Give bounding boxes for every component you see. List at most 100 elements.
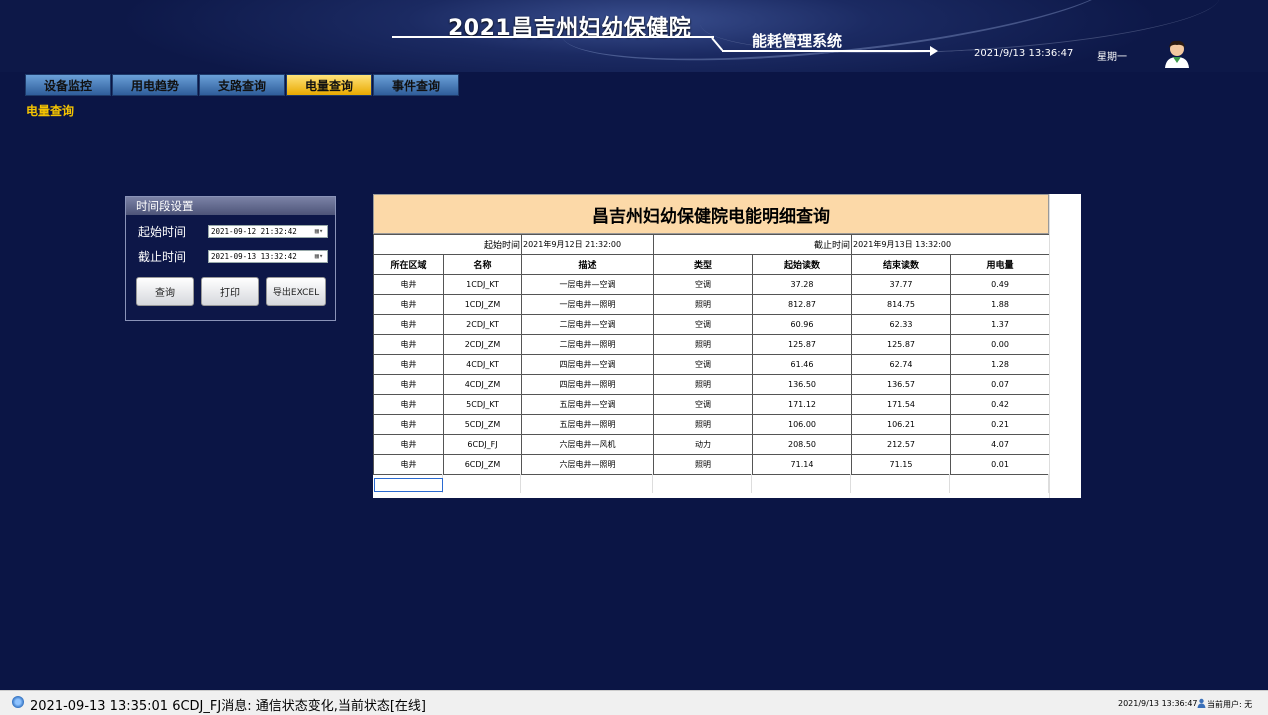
table-cell[interactable]: 四层电井—空调 <box>521 354 654 375</box>
table-cell[interactable]: 0.00 <box>950 334 1050 355</box>
table-cell[interactable]: 照明 <box>653 334 753 355</box>
column-header: 所在区域 <box>373 254 444 275</box>
table-cell[interactable]: 电井 <box>373 314 444 335</box>
table-cell[interactable]: 五层电井—照明 <box>521 414 654 435</box>
table-row[interactable]: 电井 4CDJ_ZM 四层电井—照明 照明 136.50 136.57 0.07 <box>373 374 1050 395</box>
table-cell[interactable]: 4CDJ_KT <box>443 354 522 375</box>
table-cell[interactable]: 37.28 <box>752 274 852 295</box>
table-cell[interactable]: 62.33 <box>851 314 951 335</box>
table-cell[interactable]: 0.01 <box>950 454 1050 475</box>
table-cell[interactable]: 61.46 <box>752 354 852 375</box>
table-cell[interactable]: 一层电井—空调 <box>521 274 654 295</box>
energy-report: 昌吉州妇幼保健院电能明细查询 起始时间 2021年9月12日 21:32:00 … <box>373 194 1081 498</box>
table-cell[interactable]: 一层电井—照明 <box>521 294 654 315</box>
table-cell[interactable]: 1.37 <box>950 314 1050 335</box>
user-avatar-icon[interactable] <box>1162 38 1192 68</box>
table-cell[interactable]: 1CDJ_ZM <box>443 294 522 315</box>
table-cell[interactable]: 814.75 <box>851 294 951 315</box>
table-cell[interactable]: 动力 <box>653 434 753 455</box>
table-row[interactable]: 电井 4CDJ_KT 四层电井—空调 空调 61.46 62.74 1.28 <box>373 354 1050 375</box>
table-cell[interactable]: 6CDJ_ZM <box>443 454 522 475</box>
table-cell[interactable]: 电井 <box>373 274 444 295</box>
title-underline <box>392 36 714 38</box>
table-cell[interactable]: 空调 <box>653 274 753 295</box>
table-cell[interactable]: 171.12 <box>752 394 852 415</box>
table-cell[interactable]: 二层电井—照明 <box>521 334 654 355</box>
table-cell[interactable]: 六层电井—照明 <box>521 454 654 475</box>
table-cell[interactable]: 四层电井—照明 <box>521 374 654 395</box>
selected-cell[interactable] <box>374 478 443 492</box>
table-cell[interactable]: 5CDJ_ZM <box>443 414 522 435</box>
table-cell[interactable]: 空调 <box>653 314 753 335</box>
calendar-icon[interactable]: ▦▾ <box>312 252 326 261</box>
column-header: 描述 <box>521 254 654 275</box>
calendar-icon[interactable]: ▦▾ <box>312 227 326 236</box>
table-cell[interactable]: 照明 <box>653 454 753 475</box>
empty-row[interactable] <box>373 474 1049 493</box>
table-cell[interactable]: 212.57 <box>851 434 951 455</box>
table-cell[interactable]: 0.21 <box>950 414 1050 435</box>
table-cell[interactable]: 电井 <box>373 334 444 355</box>
table-cell[interactable]: 电井 <box>373 354 444 375</box>
table-cell[interactable]: 1.88 <box>950 294 1050 315</box>
table-cell[interactable]: 60.96 <box>752 314 852 335</box>
table-cell[interactable]: 71.15 <box>851 454 951 475</box>
tab-energy-query[interactable]: 电量查询 <box>286 74 372 96</box>
start-time-field[interactable]: 2021-09-12 21:32:42 ▦▾ <box>208 225 328 238</box>
table-row[interactable]: 电井 5CDJ_ZM 五层电井—照明 照明 106.00 106.21 0.21 <box>373 414 1050 435</box>
table-cell[interactable]: 1.28 <box>950 354 1050 375</box>
tab-device-monitor[interactable]: 设备监控 <box>25 74 111 96</box>
table-row[interactable]: 电井 5CDJ_KT 五层电井—空调 空调 171.12 171.54 0.42 <box>373 394 1050 415</box>
print-button[interactable]: 打印 <box>201 277 259 306</box>
table-cell[interactable]: 五层电井—空调 <box>521 394 654 415</box>
table-cell[interactable]: 125.87 <box>752 334 852 355</box>
table-cell[interactable]: 电井 <box>373 414 444 435</box>
tab-event-query[interactable]: 事件查询 <box>373 74 459 96</box>
table-cell[interactable]: 0.49 <box>950 274 1050 295</box>
table-cell[interactable]: 71.14 <box>752 454 852 475</box>
query-button[interactable]: 查询 <box>136 277 194 306</box>
table-cell[interactable]: 106.21 <box>851 414 951 435</box>
table-row[interactable]: 电井 2CDJ_KT 二层电井—空调 空调 60.96 62.33 1.37 <box>373 314 1050 335</box>
table-cell[interactable]: 六层电井—风机 <box>521 434 654 455</box>
table-row[interactable]: 电井 1CDJ_ZM 一层电井—照明 照明 812.87 814.75 1.88 <box>373 294 1050 315</box>
table-cell[interactable]: 空调 <box>653 394 753 415</box>
table-row[interactable]: 电井 1CDJ_KT 一层电井—空调 空调 37.28 37.77 0.49 <box>373 274 1050 295</box>
table-row[interactable]: 电井 6CDJ_ZM 六层电井—照明 照明 71.14 71.15 0.01 <box>373 454 1050 475</box>
table-row[interactable]: 电井 6CDJ_FJ 六层电井—风机 动力 208.50 212.57 4.07 <box>373 434 1050 455</box>
table-cell[interactable]: 5CDJ_KT <box>443 394 522 415</box>
table-cell[interactable]: 二层电井—空调 <box>521 314 654 335</box>
table-cell[interactable]: 136.57 <box>851 374 951 395</box>
end-time-field[interactable]: 2021-09-13 13:32:42 ▦▾ <box>208 250 328 263</box>
table-cell[interactable]: 电井 <box>373 434 444 455</box>
table-cell[interactable]: 62.74 <box>851 354 951 375</box>
table-cell[interactable]: 171.54 <box>851 394 951 415</box>
table-cell[interactable]: 照明 <box>653 414 753 435</box>
table-cell[interactable]: 125.87 <box>851 334 951 355</box>
table-cell[interactable]: 136.50 <box>752 374 852 395</box>
tab-branch-query[interactable]: 支路查询 <box>199 74 285 96</box>
table-cell[interactable]: 37.77 <box>851 274 951 295</box>
table-cell[interactable]: 电井 <box>373 374 444 395</box>
table-cell[interactable]: 电井 <box>373 394 444 415</box>
table-cell[interactable]: 照明 <box>653 374 753 395</box>
table-cell[interactable]: 电井 <box>373 294 444 315</box>
table-cell[interactable]: 照明 <box>653 294 753 315</box>
table-cell[interactable]: 4.07 <box>950 434 1050 455</box>
table-cell[interactable]: 0.42 <box>950 394 1050 415</box>
table-cell[interactable]: 2CDJ_ZM <box>443 334 522 355</box>
table-cell[interactable]: 2CDJ_KT <box>443 314 522 335</box>
table-cell[interactable]: 4CDJ_ZM <box>443 374 522 395</box>
table-cell[interactable]: 1CDJ_KT <box>443 274 522 295</box>
table-cell[interactable]: 6CDJ_FJ <box>443 434 522 455</box>
table-cell[interactable]: 208.50 <box>752 434 852 455</box>
table-row[interactable]: 电井 2CDJ_ZM 二层电井—照明 照明 125.87 125.87 0.00 <box>373 334 1050 355</box>
table-cell[interactable]: 106.00 <box>752 414 852 435</box>
export-excel-button[interactable]: 导出EXCEL <box>266 277 326 306</box>
table-cell[interactable]: 空调 <box>653 354 753 375</box>
time-range-row: 起始时间 2021年9月12日 21:32:00 截止时间 2021年9月13日… <box>373 234 1050 255</box>
table-cell[interactable]: 0.07 <box>950 374 1050 395</box>
table-cell[interactable]: 812.87 <box>752 294 852 315</box>
table-cell[interactable]: 电井 <box>373 454 444 475</box>
tab-power-trend[interactable]: 用电趋势 <box>112 74 198 96</box>
